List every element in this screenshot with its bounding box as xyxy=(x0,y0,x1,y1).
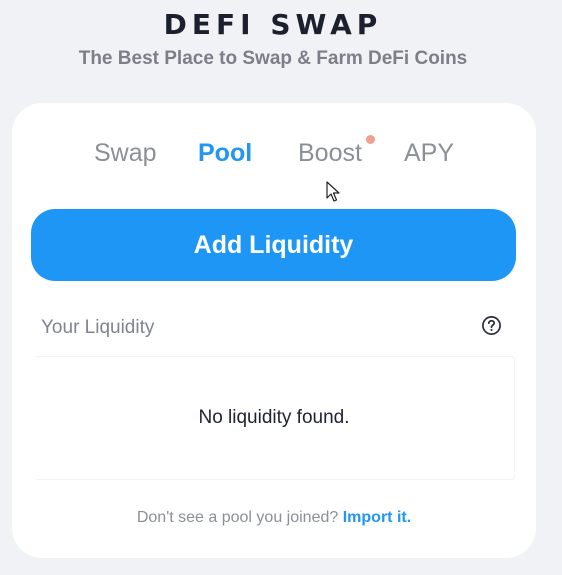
page: DEFI SWAP The Best Place to Swap & Farm … xyxy=(0,0,562,575)
question-circle-icon[interactable] xyxy=(481,315,502,336)
tab-boost[interactable]: Boost xyxy=(298,139,362,168)
import-pool-footer: Don't see a pool you joined? Import it. xyxy=(12,509,536,527)
app-title: DEFI SWAP xyxy=(163,8,383,41)
add-liquidity-button[interactable]: Add Liquidity xyxy=(31,209,516,281)
pool-card: Swap Pool Boost APY Add Liquidity Your L… xyxy=(12,103,536,558)
tab-apy[interactable]: APY xyxy=(404,139,454,168)
liquidity-list: No liquidity found. xyxy=(34,356,515,480)
tab-swap[interactable]: Swap xyxy=(94,139,157,168)
tab-pool[interactable]: Pool xyxy=(198,139,252,168)
add-liquidity-label: Add Liquidity xyxy=(193,230,354,259)
footer-text: Don't see a pool you joined? xyxy=(136,509,339,526)
empty-liquidity-message: No liquidity found. xyxy=(198,407,350,428)
import-pool-link[interactable]: Import it. xyxy=(343,509,411,526)
mouse-pointer-icon xyxy=(326,181,340,202)
notification-dot-icon xyxy=(366,135,375,144)
your-liquidity-label: Your Liquidity xyxy=(41,317,155,338)
tab-bar: Swap Pool Boost APY xyxy=(12,103,536,203)
app-tagline: The Best Place to Swap & Farm DeFi Coins xyxy=(78,48,468,69)
